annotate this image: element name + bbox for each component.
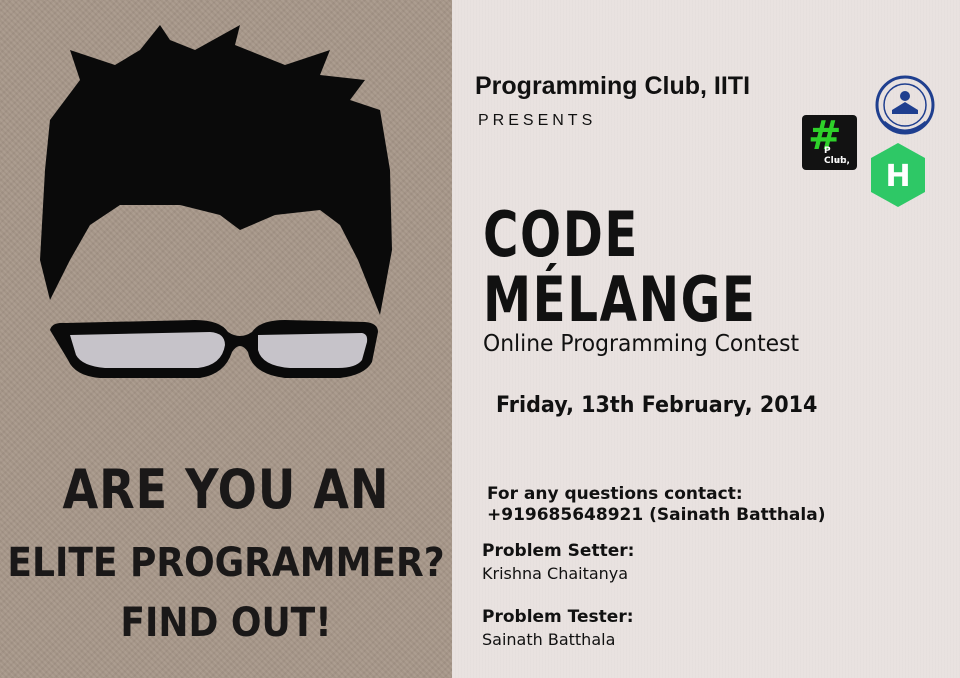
hackerrank-logo: H bbox=[871, 143, 925, 207]
problem-tester-name: Sainath Batthala bbox=[482, 630, 616, 649]
headline-line-2: ELITE PROGRAMMER? bbox=[7, 540, 445, 586]
contact-label: For any questions contact: bbox=[487, 484, 743, 504]
event-date: Friday, 13th February, 2014 bbox=[496, 393, 818, 418]
headline-line-3: FIND OUT! bbox=[120, 600, 332, 646]
left-panel: ARE YOU AN ELITE PROGRAMMER? FIND OUT! bbox=[0, 0, 452, 678]
event-title-line-2: MÉLANGE bbox=[483, 263, 757, 336]
presents-label: PRESENTS bbox=[478, 112, 597, 129]
pclub-logo: # P Club, IITI bbox=[802, 113, 857, 170]
pclub-logo-subtext: IITI bbox=[836, 157, 847, 165]
glasses-right-lens bbox=[258, 333, 368, 368]
glasses-left-lens bbox=[70, 332, 225, 368]
event-title-line-1: CODE bbox=[483, 198, 640, 271]
problem-tester-label: Problem Tester: bbox=[482, 607, 634, 627]
hair-shape bbox=[40, 25, 392, 315]
organizer-name: Programming Club, IITI bbox=[475, 72, 751, 100]
headline-line-1: ARE YOU AN bbox=[62, 458, 390, 521]
event-subtitle: Online Programming Contest bbox=[483, 331, 800, 357]
contact-detail: +919685648921 (Sainath Batthala) bbox=[487, 505, 826, 525]
problem-setter-name: Krishna Chaitanya bbox=[482, 564, 629, 583]
hackerrank-letter: H bbox=[885, 159, 910, 194]
programmer-face-illustration bbox=[40, 25, 392, 378]
problem-setter-label: Problem Setter: bbox=[482, 541, 635, 561]
iiti-emblem-icon bbox=[875, 75, 935, 135]
